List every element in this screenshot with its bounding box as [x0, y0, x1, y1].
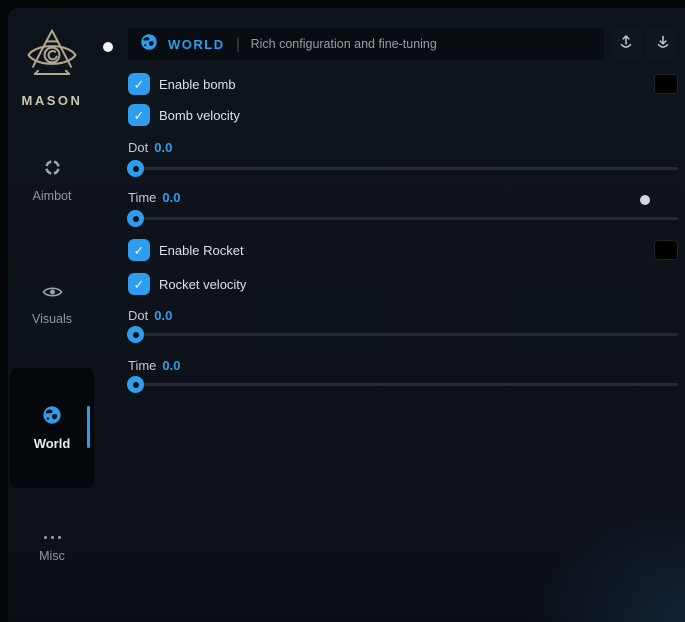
slider-label-row: Dot 0.0: [128, 308, 172, 323]
slider-name: Dot: [128, 308, 148, 323]
checkbox-row-bomb-velocity: ✓ Bomb velocity: [128, 104, 678, 126]
sidebar-item-label: Visuals: [32, 312, 72, 326]
eye-icon: [42, 284, 63, 305]
slider-knob[interactable]: [127, 376, 144, 393]
rocket-velocity-checkbox[interactable]: ✓: [128, 273, 150, 295]
header-divider: [237, 37, 239, 52]
slider-knob[interactable]: [127, 326, 144, 343]
check-icon: ✓: [134, 78, 145, 91]
bomb-time-slider[interactable]: [128, 217, 678, 220]
page-title: WORLD: [168, 37, 225, 52]
ellipsis-icon: [44, 532, 61, 542]
upload-config-button[interactable]: [610, 28, 641, 60]
rocket-color-swatch[interactable]: [654, 240, 678, 260]
globe-icon: [42, 405, 62, 430]
menu-panel: MASON Aimbot Visuals: [8, 8, 685, 622]
slider-label-row: Time 0.0: [128, 190, 180, 205]
bomb-velocity-checkbox[interactable]: ✓: [128, 104, 150, 126]
brand-title: MASON: [22, 93, 83, 108]
slider-value: 0.0: [162, 358, 180, 373]
mason-eye-pyramid-logo-icon: [23, 26, 81, 89]
checkbox-label: Enable Rocket: [159, 243, 244, 258]
page-header: WORLD Rich configuration and fine-tuning: [128, 28, 678, 60]
checkbox-label: Enable bomb: [159, 77, 236, 92]
slider-value: 0.0: [154, 140, 172, 155]
sidebar: MASON Aimbot Visuals: [8, 8, 112, 622]
logo-block: MASON: [8, 26, 96, 108]
check-icon: ✓: [134, 109, 145, 122]
enable-rocket-checkbox[interactable]: ✓: [128, 239, 150, 261]
checkbox-label: Bomb velocity: [159, 108, 240, 123]
checkbox-row-enable-bomb: ✓ Enable bomb: [128, 73, 678, 95]
sidebar-item-misc[interactable]: Misc: [8, 532, 96, 563]
slider-knob[interactable]: [127, 210, 144, 227]
rocket-dot-slider[interactable]: [128, 333, 678, 336]
notification-dot: [103, 42, 113, 52]
crosshair-icon: [43, 158, 62, 182]
slider-value: 0.0: [154, 308, 172, 323]
slider-name: Dot: [128, 140, 148, 155]
page-subtitle: Rich configuration and fine-tuning: [251, 37, 437, 51]
sidebar-item-label: Aimbot: [33, 189, 72, 203]
upload-icon: [617, 33, 635, 56]
slider-label-row: Time 0.0: [128, 358, 180, 373]
slider-name: Time: [128, 358, 156, 373]
app-window: MASON Aimbot Visuals: [0, 0, 685, 622]
slider-value: 0.0: [162, 190, 180, 205]
slider-knob[interactable]: [127, 160, 144, 177]
checkbox-row-rocket-velocity: ✓ Rocket velocity: [128, 273, 678, 295]
enable-bomb-checkbox[interactable]: ✓: [128, 73, 150, 95]
active-tab-indicator: [87, 406, 90, 448]
check-icon: ✓: [134, 244, 145, 257]
check-icon: ✓: [134, 278, 145, 291]
bomb-color-swatch[interactable]: [654, 74, 678, 94]
rocket-time-slider[interactable]: [128, 383, 678, 386]
sidebar-item-world-active[interactable]: World: [10, 368, 94, 488]
download-icon: [654, 33, 672, 56]
slider-name: Time: [128, 190, 156, 205]
sidebar-item-visuals[interactable]: Visuals: [8, 284, 96, 326]
globe-icon: [140, 33, 158, 56]
sidebar-item-label: Misc: [39, 549, 65, 563]
page-header-bar: WORLD Rich configuration and fine-tuning: [128, 28, 604, 60]
checkbox-label: Rocket velocity: [159, 277, 246, 292]
sidebar-item-aimbot[interactable]: Aimbot: [8, 158, 96, 203]
bomb-dot-slider[interactable]: [128, 167, 678, 170]
sidebar-item-label: World: [34, 436, 71, 451]
download-config-button[interactable]: [647, 28, 678, 60]
cursor-dot: [640, 195, 650, 205]
slider-label-row: Dot 0.0: [128, 140, 172, 155]
checkbox-row-enable-rocket: ✓ Enable Rocket: [128, 239, 678, 261]
content-area: WORLD Rich configuration and fine-tuning: [128, 28, 678, 608]
